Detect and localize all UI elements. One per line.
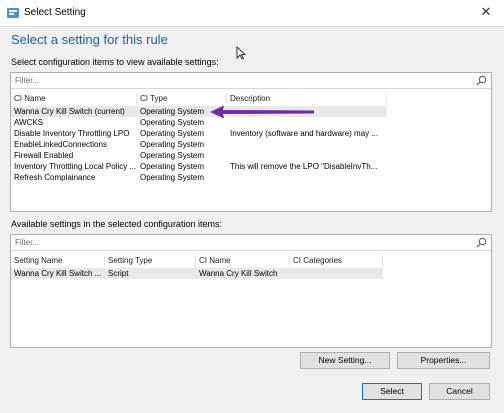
title-bar: Select Setting ✕ [0, 0, 504, 27]
settings-app-icon [7, 8, 19, 18]
ci-filter-input[interactable] [13, 74, 472, 86]
ci-table-row[interactable]: Firewall Enabled Operating System [11, 150, 387, 161]
ci-table-cell: Firewall Enabled [14, 151, 74, 160]
ci-table-cell [227, 150, 387, 161]
settings-filter-input[interactable] [13, 236, 472, 248]
setting-table-cell: Script [108, 269, 129, 278]
ci-table-cell [227, 172, 387, 183]
ci-filter-bar [11, 73, 491, 89]
settings-filter-bar [11, 235, 491, 251]
ci-table-cell: Operating System [140, 129, 205, 138]
setting-header-row: Setting Name Setting Type CI Name CI Catego… [11, 255, 383, 267]
ci-table-cell: EnableLinkedConnections [14, 140, 107, 149]
search-icon[interactable] [476, 75, 487, 86]
ci-table-cell: Disable Inventory Throttling LPO [14, 129, 130, 138]
new-setting-button[interactable]: New Setting... [300, 352, 390, 369]
setting-table-cell [290, 268, 383, 279]
ci-table-row[interactable]: Refresh Complainance Operating System [11, 172, 387, 183]
ci-table-row[interactable]: Disable Inventory Throttling LPO Operatin… [11, 128, 387, 139]
ci-table-cell: Inventory Throttling Local Policy ... [14, 162, 137, 171]
ci-table-cell: Operating System [140, 162, 205, 171]
ci-column-header[interactable]: CI Name [11, 93, 137, 105]
ci-table-cell [227, 139, 387, 150]
ci-header-row: CI Name CI Type Description [11, 93, 387, 105]
mouse-cursor-icon [236, 46, 246, 60]
arrow-annotation-icon [210, 105, 314, 119]
ci-table-cell: This will remove the LPO "DisableInvTh..… [230, 162, 378, 171]
ci-table-cell: AWCKS [14, 118, 44, 127]
setting-column-header[interactable]: Setting Type [105, 255, 196, 267]
setting-table-cell: Wanna Cry Kill Switch [199, 269, 278, 278]
ci-panel: CI NameCI TypeDescriptionWanna Cry Kill … [10, 72, 492, 212]
setting-table-cell: Wanna Cry Kill Switch ... [14, 269, 102, 278]
properties-button[interactable]: Properties... [397, 352, 490, 369]
ci-table-cell: Wanna Cry Kill Switch (current) [14, 107, 125, 116]
close-icon: ✕ [480, 4, 492, 19]
cancel-button[interactable]: Cancel [429, 383, 490, 400]
ci-table-row[interactable]: EnableLinkedConnections Operating System [11, 139, 387, 150]
settings-panel: Setting NameSetting TypeCI NameCI Catego… [10, 234, 492, 348]
settings-section-label: Available settings in the selected confi… [11, 219, 222, 229]
ci-table-row[interactable]: Inventory Throttling Local Policy ... Ope… [11, 161, 387, 172]
close-button[interactable]: ✕ [478, 4, 494, 20]
search-icon[interactable] [476, 237, 487, 248]
ci-table-cell: Refresh Complainance [14, 173, 96, 182]
window-title: Select Setting [24, 7, 86, 18]
ci-table-cell: Operating System [140, 173, 205, 182]
ci-section-label: Select configuration items to view avail… [11, 57, 219, 67]
ci-table-row[interactable]: AWCKS Operating System [11, 117, 387, 128]
setting-column-header[interactable]: Setting Name [11, 255, 105, 267]
page-heading: Select a setting for this rule [11, 32, 168, 47]
setting-column-header[interactable]: CI Name [196, 255, 290, 267]
setting-table-row[interactable]: Wanna Cry Kill Switch ... Script Wanna Cry… [11, 268, 383, 279]
select-button[interactable]: Select [362, 383, 422, 400]
ci-table-cell: Operating System [140, 151, 205, 160]
ci-table-row[interactable]: Wanna Cry Kill Switch (current) Operating… [11, 106, 387, 117]
setting-column-header[interactable]: CI Categories [290, 255, 383, 267]
ci-table-cell: Inventory (software and hardware) may ..… [230, 129, 379, 138]
ci-table-cell: Operating System [140, 140, 205, 149]
